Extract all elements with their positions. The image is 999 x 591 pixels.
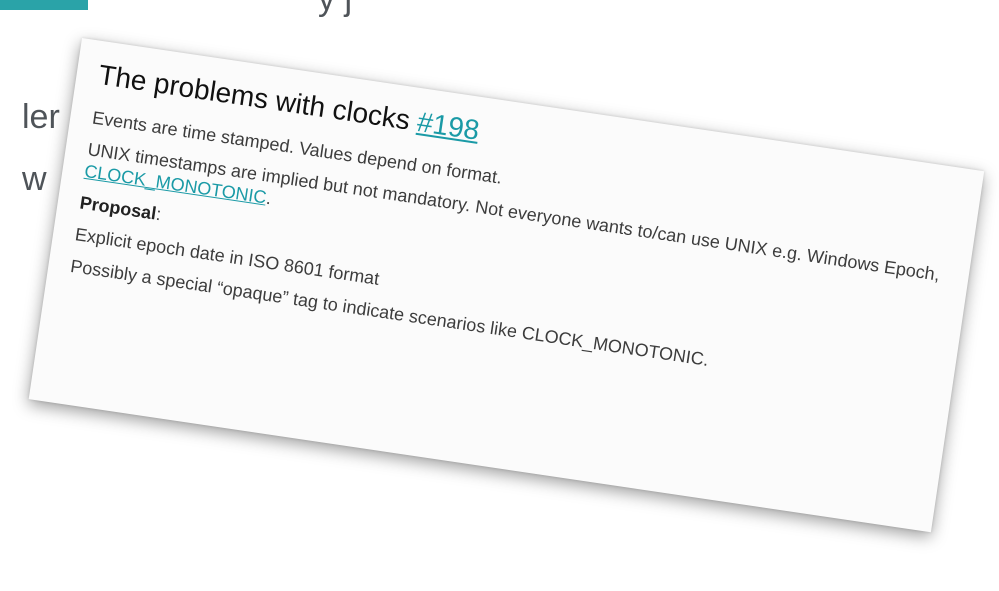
slide-partial-text-2: w <box>22 160 47 198</box>
slide-accent-bar <box>0 0 88 10</box>
proposal-label: Proposal <box>78 192 158 224</box>
slide-partial-top-text: y j <box>318 0 352 19</box>
slide-partial-text-1: ler <box>22 98 60 136</box>
issue-number-link[interactable]: #198 <box>415 106 481 146</box>
issue-card: The problems with clocks #198 Events are… <box>28 38 985 533</box>
